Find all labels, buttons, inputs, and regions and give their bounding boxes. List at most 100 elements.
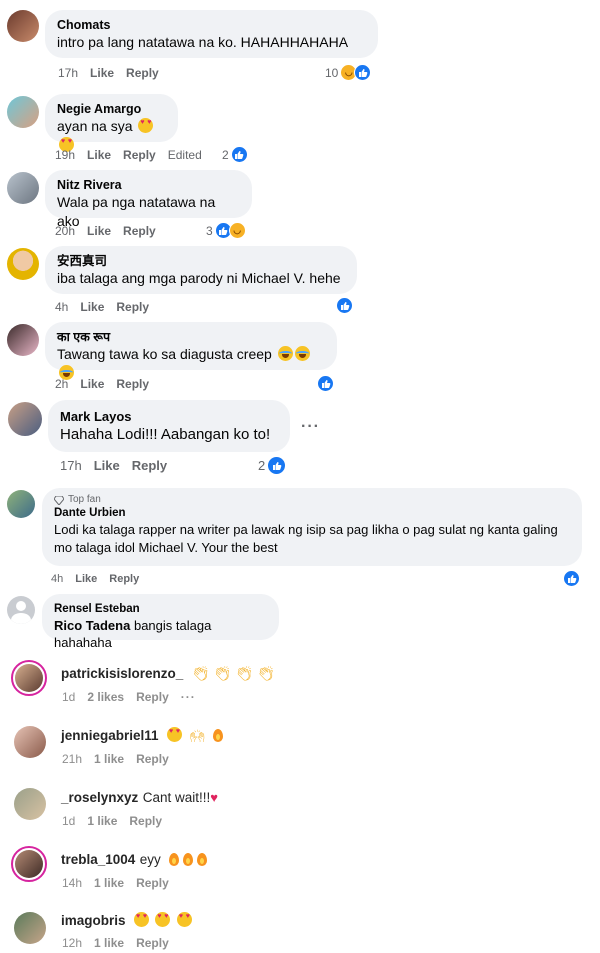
comment-time[interactable]: 17h — [60, 458, 82, 473]
reply-button[interactable]: Reply — [129, 814, 162, 828]
commenter-name[interactable]: Mark Layos — [60, 409, 278, 425]
ig-username[interactable]: trebla_1004 — [61, 852, 135, 867]
comment-actions: 4h Like Reply — [55, 300, 149, 314]
more-options-icon[interactable]: ··· — [181, 690, 196, 704]
comment-time[interactable]: 20h — [55, 224, 75, 238]
mention-link[interactable]: Rico Tadena — [54, 618, 130, 633]
fire-icon — [213, 729, 224, 742]
commenter-name[interactable]: Chomats — [57, 17, 366, 33]
reply-button[interactable]: Reply — [123, 148, 156, 162]
comment-time[interactable]: 17h — [58, 66, 78, 80]
comment-time[interactable]: 12h — [62, 936, 82, 950]
ig-username[interactable]: jenniegabriel11 — [61, 728, 159, 743]
like-button[interactable]: Like — [80, 377, 104, 391]
ig-username[interactable]: imagobris — [61, 913, 126, 928]
clapping-hands-icon: 👏︎ — [191, 665, 210, 681]
ig-comment-text: eyy — [139, 852, 161, 867]
comment-time[interactable]: 2h — [55, 377, 68, 391]
comment: Negie Amargo ayan na sya 19h Like Reply … — [0, 90, 600, 168]
avatar[interactable] — [14, 912, 46, 944]
like-button[interactable]: Like — [80, 300, 104, 314]
ig-username[interactable]: patrickisislorenzo_ — [61, 666, 183, 681]
commenter-name[interactable]: Negie Amargo — [57, 101, 166, 117]
comment-time[interactable]: 4h — [55, 300, 68, 314]
edited-label: Edited — [167, 148, 202, 162]
likes-count[interactable]: 2 likes — [87, 690, 124, 704]
reply-button[interactable]: Reply — [123, 224, 156, 238]
comment-time[interactable]: 4h — [51, 573, 63, 585]
avatar-placeholder-body — [11, 613, 31, 624]
reply-button[interactable]: Reply — [132, 458, 167, 473]
reply-button[interactable]: Reply — [136, 752, 169, 766]
commenter-name[interactable]: Nitz Rivera — [57, 177, 240, 193]
avatar[interactable] — [14, 726, 46, 758]
comment-time[interactable]: 21h — [62, 752, 82, 766]
reaction-summary[interactable]: 3 ◡ — [206, 222, 246, 239]
reaction-count: 2 — [222, 147, 229, 162]
avatar[interactable] — [7, 248, 39, 280]
likes-count[interactable]: 1 like — [87, 814, 117, 828]
reaction-summary[interactable]: 10 ◡ — [325, 64, 372, 81]
reaction-count: 3 — [206, 223, 213, 238]
avatar-image — [15, 664, 43, 692]
like-button[interactable]: Like — [87, 224, 111, 238]
commenter-name[interactable]: Rensel Esteban — [54, 602, 267, 617]
reply-button[interactable]: Reply — [126, 66, 159, 80]
reply-button[interactable]: Reply — [116, 377, 149, 391]
ig-comment: trebla_1004 eyy 14h 1 like Reply — [0, 842, 600, 902]
more-options-icon[interactable]: ··· — [301, 418, 320, 436]
badge-label: Top fan — [68, 494, 101, 505]
commenter-name[interactable]: Dante Urbien — [54, 506, 570, 521]
ig-comment-actions: 12h 1 like Reply — [62, 936, 169, 950]
comment-time[interactable]: 1d — [62, 814, 75, 828]
likes-count[interactable]: 1 like — [94, 752, 124, 766]
like-button[interactable]: Like — [87, 148, 111, 162]
commenter-name[interactable]: का एक रूप — [57, 329, 325, 345]
heart-eyes-emoji-icon — [133, 912, 149, 927]
comment-actions: 17h Like Reply — [58, 66, 159, 80]
avatar[interactable] — [7, 172, 39, 204]
likes-count[interactable]: 1 like — [94, 876, 124, 890]
avatar[interactable] — [11, 660, 47, 696]
comment-time[interactable]: 1d — [62, 690, 75, 704]
reaction-summary[interactable]: 2 — [222, 146, 248, 163]
ig-username[interactable]: _roselynxyz — [61, 790, 138, 805]
comment-actions: 17h Like Reply — [60, 458, 167, 473]
comment-time[interactable]: 14h — [62, 876, 82, 890]
reply-button[interactable]: Reply — [136, 690, 169, 704]
commenter-name[interactable]: 安西真司 — [57, 253, 345, 269]
avatar[interactable] — [7, 96, 39, 128]
reaction-summary[interactable] — [336, 297, 353, 314]
reply-button[interactable]: Reply — [116, 300, 149, 314]
comment-bubble: Mark Layos Hahaha Lodi!!! Aabangan ko to… — [48, 400, 290, 452]
avatar[interactable] — [7, 596, 35, 624]
avatar[interactable] — [11, 846, 47, 882]
comment-actions: 2h Like Reply — [55, 377, 149, 391]
reply-button[interactable]: Reply — [109, 573, 139, 585]
avatar[interactable] — [8, 402, 42, 436]
reply-button[interactable]: Reply — [136, 936, 169, 950]
like-button[interactable]: Like — [90, 66, 114, 80]
thumbs-up-icon — [267, 456, 287, 475]
top-fan-badge: Top fan — [54, 494, 570, 506]
like-button[interactable]: Like — [75, 573, 97, 585]
likes-count[interactable]: 1 like — [94, 936, 124, 950]
reply-button[interactable]: Reply — [136, 876, 169, 890]
avatar[interactable] — [7, 324, 39, 356]
ig-comment-actions: 21h 1 like Reply — [62, 752, 169, 766]
reaction-summary[interactable] — [563, 570, 580, 587]
avatar[interactable] — [14, 788, 46, 820]
comment-bubble: Chomats intro pa lang natatawa na ko. HA… — [45, 10, 378, 58]
reaction-summary[interactable] — [317, 375, 334, 392]
comment: Chomats intro pa lang natatawa na ko. HA… — [0, 0, 600, 90]
ig-comment-actions: 1d 1 like Reply — [62, 814, 162, 828]
comment-time[interactable]: 19h — [55, 148, 75, 162]
like-button[interactable]: Like — [94, 458, 120, 473]
reaction-summary[interactable]: 2 — [258, 456, 287, 475]
thumbs-up-icon — [354, 64, 372, 81]
avatar[interactable] — [7, 10, 39, 42]
laughing-emoji-icon — [277, 346, 293, 361]
heart-eyes-emoji-icon — [176, 912, 192, 927]
avatar[interactable] — [7, 490, 35, 518]
avatar-image — [15, 850, 43, 878]
